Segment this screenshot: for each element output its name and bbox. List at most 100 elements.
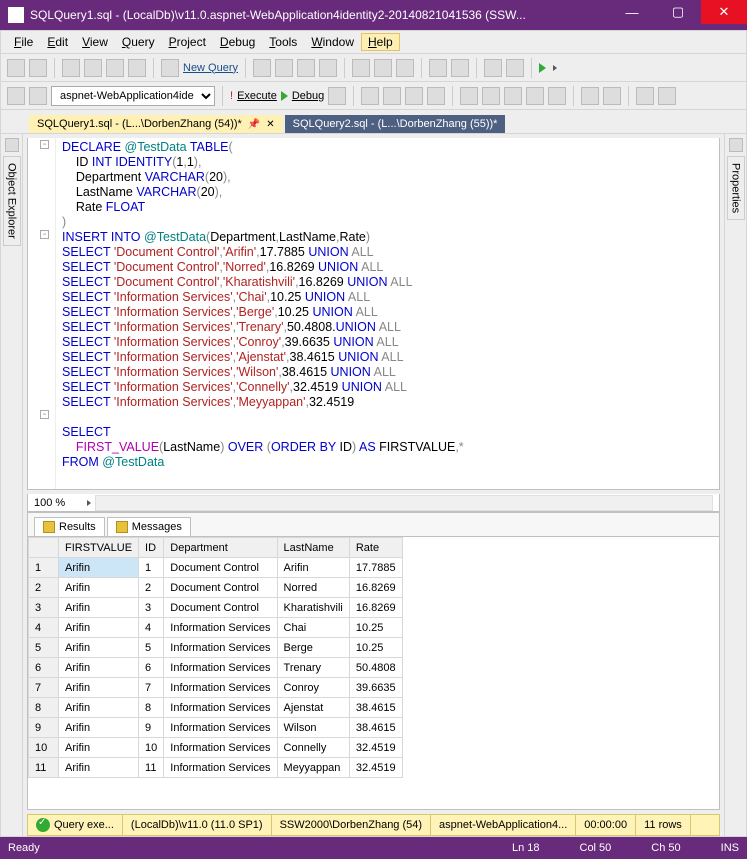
table-row[interactable]: 2Arifin2Document ControlNorred16.8269	[29, 578, 403, 598]
doc-tab[interactable]: SQLQuery2.sql - (L...\DorbenZhang (55))*	[285, 115, 506, 133]
menu-query[interactable]: Query	[115, 33, 162, 51]
tbtn-misc[interactable]	[506, 59, 524, 77]
execute-label[interactable]: Execute	[237, 90, 277, 102]
opts-icon[interactable]	[405, 87, 423, 105]
find-icon[interactable]	[484, 59, 502, 77]
results-tab-results[interactable]: Results	[34, 517, 105, 536]
left-sidebar[interactable]: Object Explorer	[1, 134, 23, 836]
paste-icon[interactable]	[396, 59, 414, 77]
results-tab-messages[interactable]: Messages	[107, 517, 191, 536]
right-sidebar[interactable]: Properties	[724, 134, 746, 836]
col-header[interactable]	[29, 538, 59, 558]
undo-icon[interactable]	[429, 59, 447, 77]
close-tab-icon[interactable]: ✕	[266, 119, 274, 130]
save-icon[interactable]	[106, 59, 124, 77]
table-row[interactable]: 7Arifin7Information ServicesConroy39.663…	[29, 678, 403, 698]
table-row[interactable]: 8Arifin8Information ServicesAjenstat38.4…	[29, 698, 403, 718]
col-header[interactable]: Rate	[349, 538, 402, 558]
col-header[interactable]: FIRSTVALUE	[59, 538, 139, 558]
open-icon[interactable]	[84, 59, 102, 77]
fold-icon[interactable]: -	[40, 140, 49, 149]
doc-tab[interactable]: SQLQuery1.sql - (L...\DorbenZhang (54))*…	[29, 115, 283, 133]
zoom-input[interactable]	[34, 497, 80, 509]
table-row[interactable]: 3Arifin3Document ControlKharatishvili16.…	[29, 598, 403, 618]
table-row[interactable]: 6Arifin6Information ServicesTrenary50.48…	[29, 658, 403, 678]
zoom-dropdown-icon[interactable]	[87, 500, 91, 506]
menu-tools[interactable]: Tools	[262, 33, 304, 51]
new-query-icon[interactable]	[161, 59, 179, 77]
col-header[interactable]: Department	[164, 538, 277, 558]
cell: 2	[139, 578, 164, 598]
connect-icon[interactable]	[7, 87, 25, 105]
outdent-icon[interactable]	[603, 87, 621, 105]
table-row[interactable]: 10Arifin10Information ServicesConnelly32…	[29, 738, 403, 758]
code-editor[interactable]: -DECLARE @TestData TABLE( ID INT IDENTIT…	[27, 138, 720, 490]
menu-debug[interactable]: Debug	[213, 33, 262, 51]
cut-icon[interactable]	[352, 59, 370, 77]
menu-window[interactable]: Window	[304, 33, 361, 51]
menu-file[interactable]: File	[7, 33, 40, 51]
run-icon[interactable]	[539, 63, 546, 73]
redo-icon[interactable]	[451, 59, 469, 77]
col-header[interactable]: LastName	[277, 538, 349, 558]
debug-icon[interactable]	[281, 91, 288, 101]
db-icon[interactable]	[253, 59, 271, 77]
minimize-button[interactable]: —	[609, 0, 655, 24]
fold-icon[interactable]: -	[40, 230, 49, 239]
g5-icon[interactable]	[548, 87, 566, 105]
fold-icon[interactable]: -	[40, 410, 49, 419]
table-row[interactable]: 5Arifin5Information ServicesBerge10.25	[29, 638, 403, 658]
toolbar-sql: aspnet-WebApplication4ide ! Execute Debu…	[0, 82, 747, 110]
properties-icon[interactable]	[729, 138, 743, 152]
maximize-button[interactable]: ▢	[655, 0, 701, 24]
col-header[interactable]: ID	[139, 538, 164, 558]
debug-label[interactable]: Debug	[292, 90, 324, 102]
stop-icon[interactable]	[328, 87, 346, 105]
db-icon3[interactable]	[297, 59, 315, 77]
object-explorer-tab[interactable]: Object Explorer	[3, 156, 21, 246]
change-conn-icon[interactable]	[29, 87, 47, 105]
execute-icon[interactable]: !	[230, 90, 233, 102]
cell: Norred	[277, 578, 349, 598]
g4-icon[interactable]	[526, 87, 544, 105]
menu-edit[interactable]: Edit	[40, 33, 75, 51]
menu-view[interactable]: View	[75, 33, 115, 51]
cell: 8	[29, 698, 59, 718]
database-dropdown[interactable]: aspnet-WebApplication4ide	[51, 86, 215, 106]
plan-icon[interactable]	[383, 87, 401, 105]
indent-icon[interactable]	[581, 87, 599, 105]
db-icon2[interactable]	[275, 59, 293, 77]
cell: Arifin	[59, 698, 139, 718]
uncomment-icon[interactable]	[658, 87, 676, 105]
cell: 5	[139, 638, 164, 658]
table-row[interactable]: 4Arifin4Information ServicesChai10.25	[29, 618, 403, 638]
menu-project[interactable]: Project	[162, 33, 213, 51]
save-all-icon[interactable]	[128, 59, 146, 77]
cell: Meyyappan	[277, 758, 349, 778]
table-row[interactable]: 1Arifin1Document ControlArifin17.7885	[29, 558, 403, 578]
table-row[interactable]: 11Arifin11Information ServicesMeyyappan3…	[29, 758, 403, 778]
new-project-icon[interactable]	[62, 59, 80, 77]
cell: Arifin	[59, 558, 139, 578]
h-scrollbar[interactable]	[95, 495, 713, 511]
table-row[interactable]: 9Arifin9Information ServicesWilson38.461…	[29, 718, 403, 738]
menu-help[interactable]: Help	[361, 33, 400, 51]
cell: 6	[29, 658, 59, 678]
back-icon[interactable]	[7, 59, 25, 77]
g2-icon[interactable]	[482, 87, 500, 105]
properties-tab[interactable]: Properties	[727, 156, 745, 220]
parse-icon[interactable]	[361, 87, 379, 105]
pin-icon[interactable]: 📌	[248, 119, 260, 130]
g1-icon[interactable]	[460, 87, 478, 105]
object-explorer-icon[interactable]	[5, 138, 19, 152]
close-button[interactable]: ✕	[701, 0, 747, 24]
comment-icon[interactable]	[636, 87, 654, 105]
results-grid[interactable]: FIRSTVALUEIDDepartmentLastNameRate1Arifi…	[28, 537, 719, 809]
new-query-label[interactable]: New Query	[183, 62, 238, 74]
cell: Information Services	[164, 758, 277, 778]
copy-icon[interactable]	[374, 59, 392, 77]
forward-icon[interactable]	[29, 59, 47, 77]
opts2-icon[interactable]	[427, 87, 445, 105]
g3-icon[interactable]	[504, 87, 522, 105]
db-icon4[interactable]	[319, 59, 337, 77]
